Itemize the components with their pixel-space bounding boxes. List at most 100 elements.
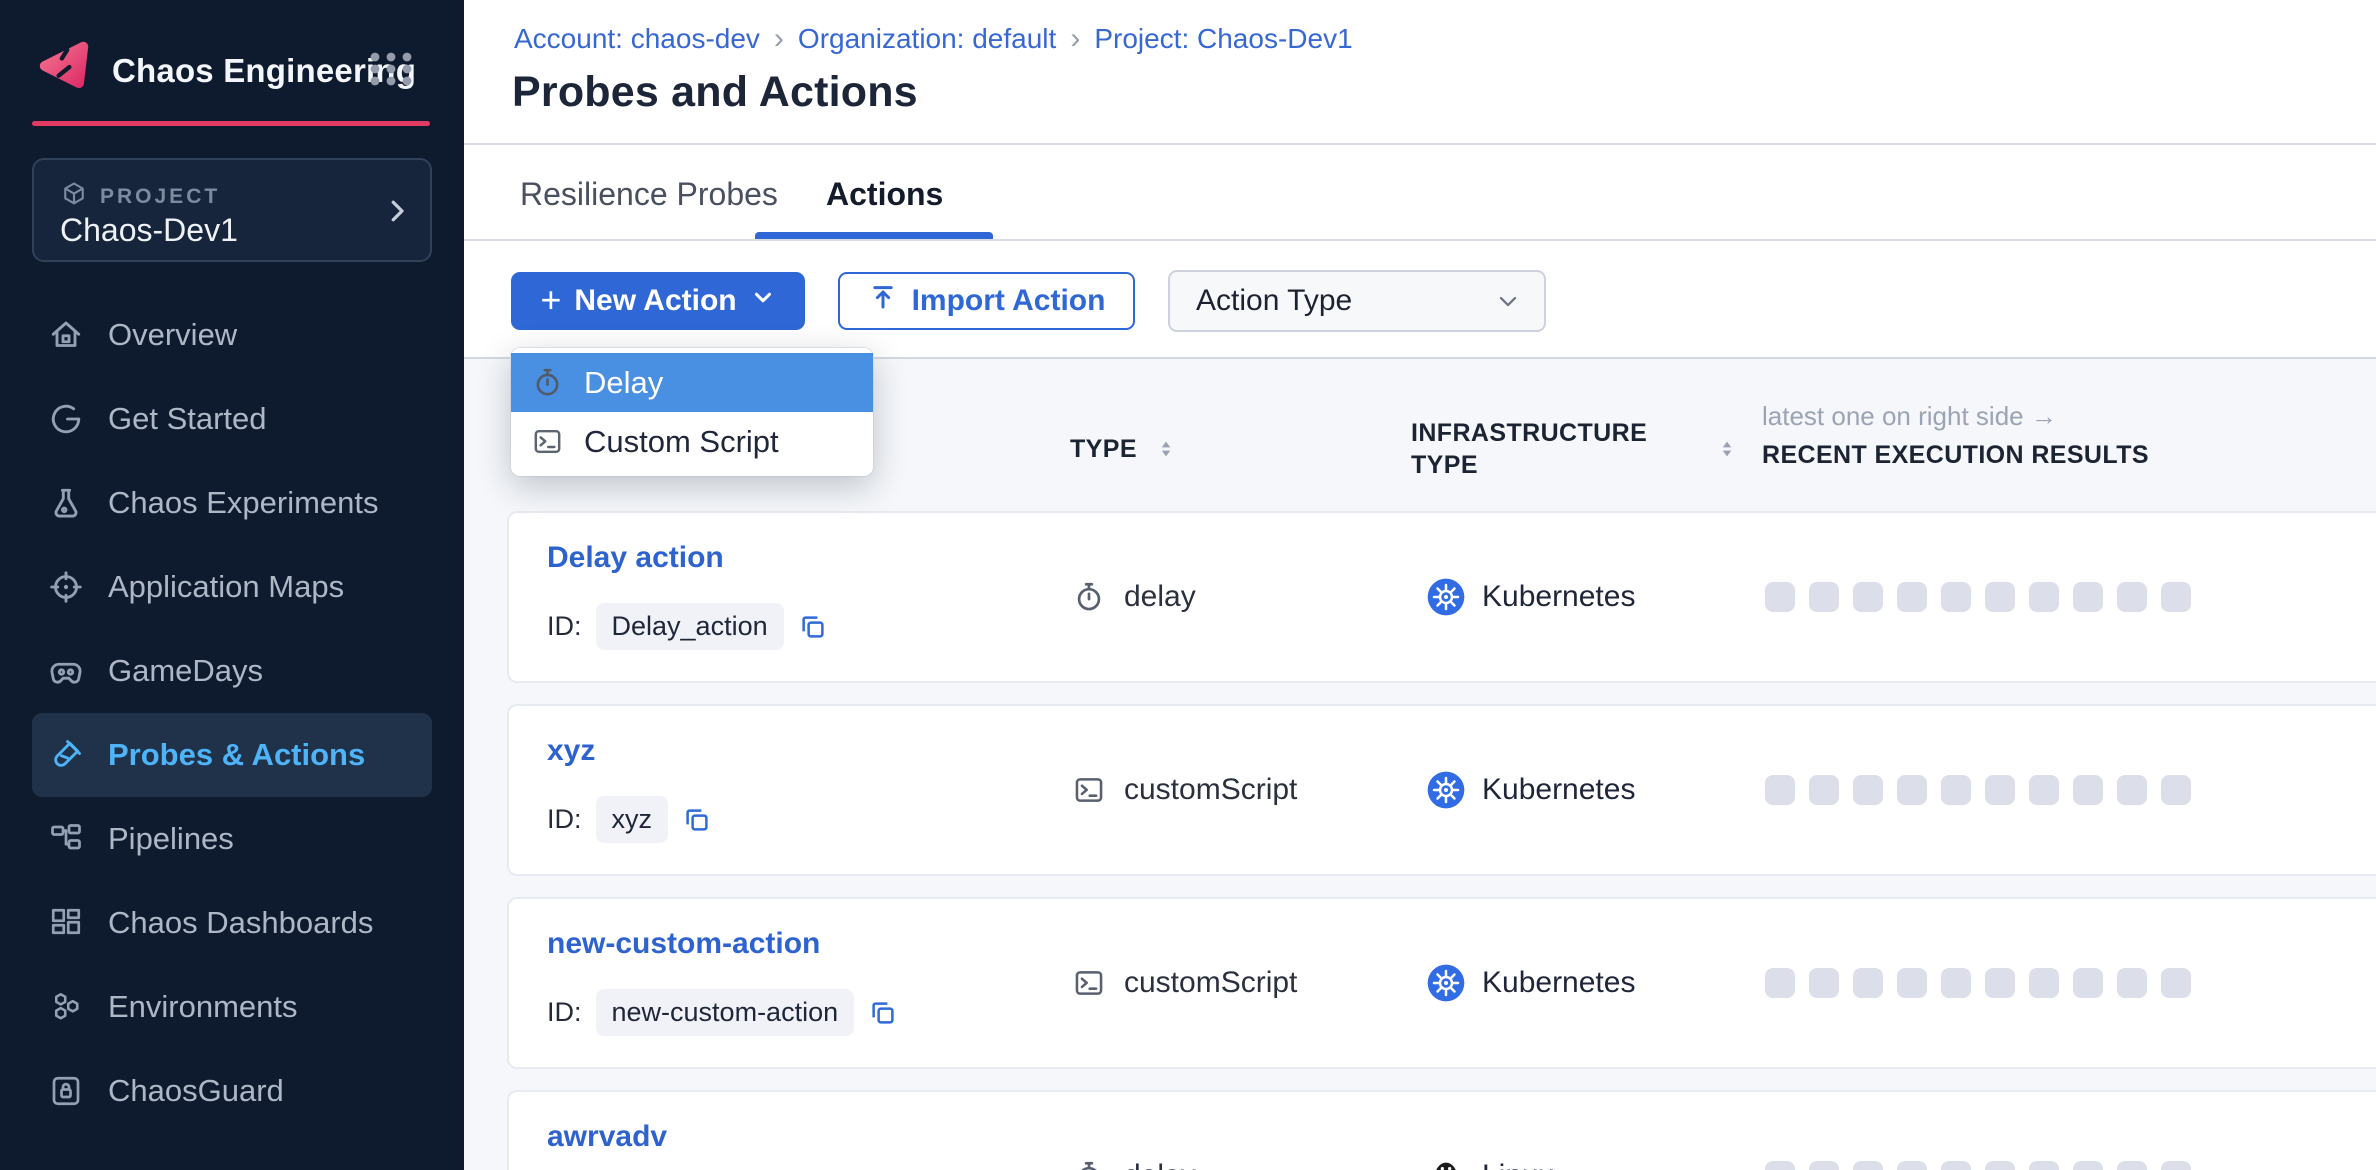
action-type: customScript (1072, 966, 1297, 1000)
action-id: new-custom-action (596, 989, 855, 1036)
infrastructure-type: Kubernetes (1426, 963, 1635, 1003)
sidebar-item-chaos-experiments[interactable]: Chaos Experiments (32, 461, 432, 545)
new-action-button[interactable]: + New Action (511, 272, 805, 330)
stopwatch-icon (531, 366, 564, 399)
execution-placeholder (2161, 582, 2191, 612)
action-row: xyzID:xyzcustomScriptKubernetes (507, 704, 2376, 876)
execution-placeholder (2161, 775, 2191, 805)
sidebar-item-label: Get Started (108, 401, 267, 437)
sidebar-item-gamedays[interactable]: GameDays (32, 629, 432, 713)
table-body: Delay actionID:Delay_actiondelayKubernet… (507, 511, 2376, 1170)
copy-icon[interactable] (798, 612, 828, 642)
execution-placeholder (1765, 582, 1795, 612)
action-type-label: delay (1124, 1159, 1196, 1170)
project-selector[interactable]: PROJECT Chaos-Dev1 (32, 158, 432, 262)
infrastructure-label: Kubernetes (1482, 773, 1635, 807)
sidebar-item-probes-actions[interactable]: Probes & Actions (32, 713, 432, 797)
recent-execution-results (1765, 968, 2205, 998)
recent-execution-results (1765, 582, 2205, 612)
column-header-type: TYPE (1070, 433, 1177, 465)
sidebar-item-application-maps[interactable]: Application Maps (32, 545, 432, 629)
action-type-select[interactable]: Action Type (1168, 270, 1546, 332)
test-tube-icon (48, 737, 84, 773)
sidebar-item-label: Overview (108, 317, 237, 353)
flask-icon (48, 485, 84, 521)
module-grid-icon[interactable] (370, 52, 412, 86)
chaos-engineering-logo-icon[interactable] (36, 38, 92, 94)
action-name-link[interactable]: xyz (547, 734, 595, 768)
menu-item-label: Custom Script (584, 424, 779, 460)
execution-placeholder (1897, 582, 1927, 612)
project-name: Chaos-Dev1 (60, 212, 238, 249)
tab-resilience-probes[interactable]: Resilience Probes (520, 176, 778, 213)
tab-bar: Resilience Probes Actions (464, 160, 2376, 239)
execution-placeholder (2161, 1161, 2191, 1170)
sidebar-item-get-started[interactable]: Get Started (32, 377, 432, 461)
action-type-label: Action Type (1196, 284, 1352, 318)
action-id: Delay_action (596, 603, 784, 650)
execution-placeholder (2073, 582, 2103, 612)
column-header-results: RECENT EXECUTION RESULTS (1762, 441, 2149, 470)
copy-icon[interactable] (682, 805, 712, 835)
execution-placeholder (2117, 968, 2147, 998)
kubernetes-icon (1426, 577, 1466, 617)
stopwatch-icon (1072, 580, 1106, 614)
action-type: delay (1072, 580, 1196, 614)
cube-icon (60, 180, 88, 213)
linux-icon (1426, 1156, 1466, 1170)
action-id-row: ID:xyz (547, 796, 712, 843)
execution-placeholder (2117, 775, 2147, 805)
toolbar: + New Action Import Action Action Type (464, 241, 2376, 357)
execution-placeholder (1897, 1161, 1927, 1170)
execution-placeholder (1765, 1161, 1795, 1170)
actions-table: TYPE INFRASTRUCTURE TYPE latest one on r… (464, 357, 2376, 1170)
sidebar-item-label: Pipelines (108, 821, 234, 857)
project-label: PROJECT (100, 185, 220, 209)
action-row: new-custom-actionID:new-custom-actioncus… (507, 897, 2376, 1069)
sort-icon[interactable] (1716, 438, 1738, 460)
execution-placeholder (1809, 968, 1839, 998)
action-type: customScript (1072, 773, 1297, 807)
stopwatch-icon (1072, 1159, 1106, 1170)
tab-actions[interactable]: Actions (826, 176, 943, 213)
execution-placeholder (1853, 1161, 1883, 1170)
execution-placeholder (2029, 1161, 2059, 1170)
brand-divider (32, 121, 430, 126)
sidebar-item-overview[interactable]: Overview (32, 293, 432, 377)
action-id: xyz (596, 796, 669, 843)
copy-icon[interactable] (868, 998, 898, 1028)
sidebar-item-chaosguard[interactable]: ChaosGuard (32, 1049, 432, 1133)
action-name-link[interactable]: awrvadv (547, 1120, 667, 1154)
column-header-infrastructure: INFRASTRUCTURE TYPE (1411, 417, 1671, 481)
chevron-down-icon (750, 284, 776, 318)
execution-placeholder (1765, 775, 1795, 805)
sidebar-item-chaos-dashboards[interactable]: Chaos Dashboards (32, 881, 432, 965)
menu-item-delay[interactable]: Delay (511, 353, 873, 412)
sidebar-item-label: Probes & Actions (108, 737, 365, 773)
dashboards-icon (48, 905, 84, 941)
action-row: Delay actionID:Delay_actiondelayKubernet… (507, 511, 2376, 683)
action-name-link[interactable]: Delay action (547, 541, 724, 575)
import-action-button[interactable]: Import Action (838, 272, 1135, 330)
execution-placeholder (1985, 1161, 2015, 1170)
execution-placeholder (1809, 1161, 1839, 1170)
breadcrumb-link[interactable]: Organization: default (798, 23, 1056, 55)
infrastructure-type: Kubernetes (1426, 770, 1635, 810)
sidebar-item-pipelines[interactable]: Pipelines (32, 797, 432, 881)
action-type-label: customScript (1124, 773, 1297, 807)
terminal-icon (531, 425, 564, 458)
sidebar: Chaos Engineering PROJECT (0, 0, 464, 1170)
gamepad-icon (48, 653, 84, 689)
action-name-link[interactable]: new-custom-action (547, 927, 820, 961)
hexagons-icon (48, 989, 84, 1025)
execution-placeholder (2029, 968, 2059, 998)
breadcrumb-link[interactable]: Account: chaos-dev (514, 23, 760, 55)
execution-placeholder (1765, 968, 1795, 998)
sidebar-item-environments[interactable]: Environments (32, 965, 432, 1049)
action-type-label: customScript (1124, 966, 1297, 1000)
menu-item-custom-script[interactable]: Custom Script (511, 412, 873, 471)
breadcrumb-link[interactable]: Project: Chaos-Dev1 (1094, 23, 1352, 55)
app-root: Chaos Engineering PROJECT (0, 0, 2376, 1170)
sort-icon[interactable] (1155, 438, 1177, 460)
execution-placeholder (2117, 582, 2147, 612)
